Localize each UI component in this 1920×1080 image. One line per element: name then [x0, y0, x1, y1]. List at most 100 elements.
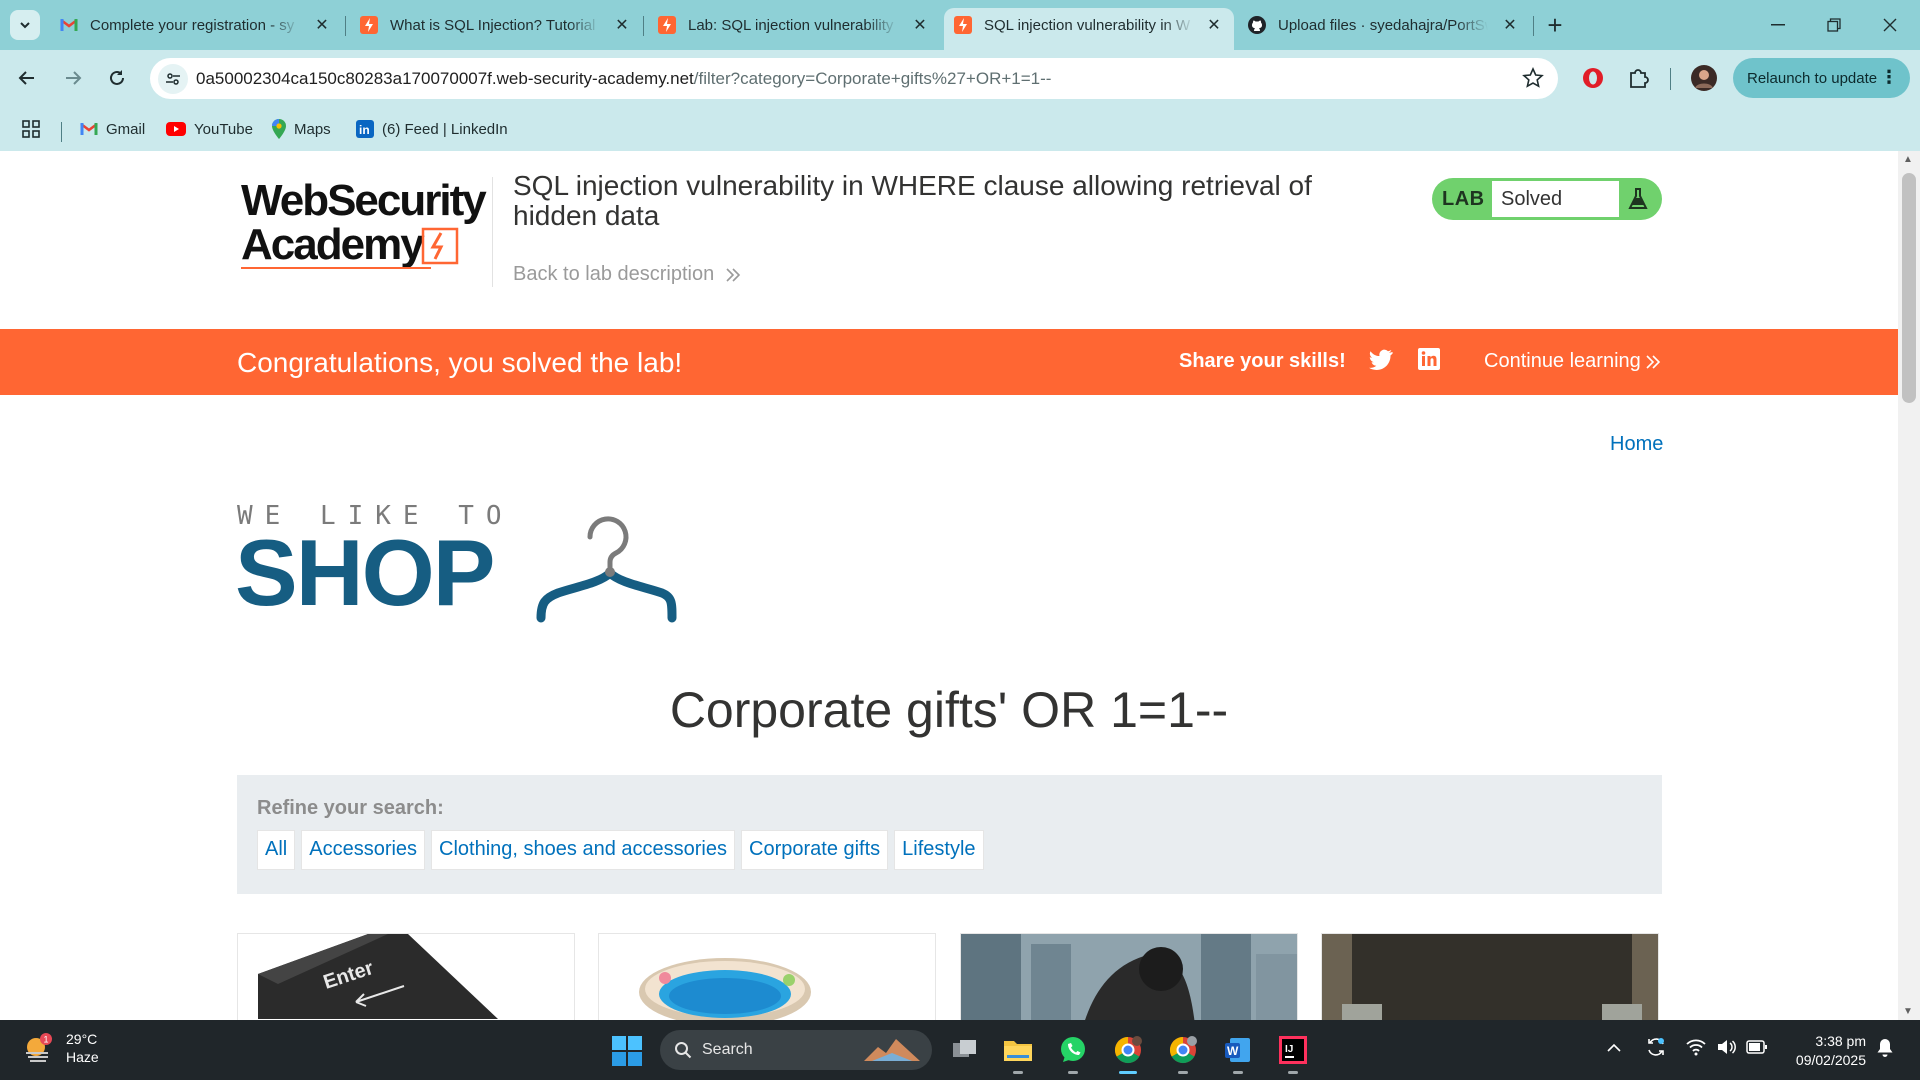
filter-clothing-shoes-accessories[interactable]: Clothing, shoes and accessories	[431, 830, 735, 870]
taskbar-chrome-profile-2[interactable]	[1165, 1032, 1201, 1074]
refine-search-label: Refine your search:	[257, 797, 444, 819]
tab-title: Lab: SQL injection vulnerability	[688, 16, 894, 34]
paddling-pool-image	[639, 958, 811, 1020]
url-text[interactable]: 0a50002304ca150c80283a170070007f.web-sec…	[196, 69, 1051, 89]
linkedin-share-icon[interactable]	[1418, 348, 1440, 375]
close-tab-icon[interactable]: ✕	[614, 17, 630, 34]
opera-icon	[1583, 68, 1603, 88]
product-card-enter-key[interactable]: Enter	[237, 933, 575, 1020]
taskbar-file-explorer[interactable]	[1000, 1032, 1036, 1074]
tab-lab-sql-injection[interactable]: Lab: SQL injection vulnerability ✕	[648, 8, 940, 42]
battery-tray-button[interactable]	[1746, 1040, 1768, 1057]
gmail-icon	[60, 16, 78, 34]
continue-learning-link[interactable]: Continue learning	[1484, 350, 1661, 373]
portswigger-icon	[954, 16, 972, 34]
reload-button[interactable]	[101, 62, 133, 94]
taskbar-word[interactable]: W	[1220, 1032, 1256, 1074]
close-tab-icon[interactable]: ✕	[1502, 17, 1518, 34]
product-card-city-view[interactable]	[960, 933, 1298, 1020]
minimize-button[interactable]	[1758, 10, 1798, 40]
notifications-button[interactable]	[1876, 1038, 1894, 1061]
scroll-down-icon[interactable]: ▼	[1903, 1006, 1913, 1017]
running-indicator	[1119, 1071, 1137, 1074]
scrollbar-thumb[interactable]	[1902, 173, 1916, 403]
close-tab-icon[interactable]: ✕	[912, 17, 928, 34]
bookmarks-separator	[61, 122, 62, 142]
filter-lifestyle[interactable]: Lifestyle	[894, 830, 984, 870]
forward-button[interactable]	[57, 62, 89, 94]
back-button[interactable]	[11, 62, 43, 94]
bookmark-linkedin[interactable]: in (6) Feed | LinkedIn	[356, 117, 508, 141]
clock[interactable]: 3:38 pm 09/02/2025	[1786, 1032, 1866, 1070]
close-window-button[interactable]	[1870, 10, 1910, 40]
trousers-pocket-image	[1322, 934, 1658, 1020]
tab-sql-injection-tutorial[interactable]: What is SQL Injection? Tutorial ✕	[350, 8, 642, 42]
apps-button[interactable]	[22, 117, 40, 141]
taskbar-chrome-profile-1[interactable]	[1110, 1032, 1146, 1074]
taskbar-whatsapp[interactable]	[1055, 1032, 1091, 1074]
congratulations-message: Congratulations, you solved the lab!	[237, 347, 683, 378]
profile-button[interactable]	[1688, 62, 1720, 94]
taskbar-search-box[interactable]: Search	[660, 1030, 932, 1070]
scroll-up-icon[interactable]: ▲	[1903, 154, 1913, 165]
logo-line-2: Academy	[241, 220, 425, 269]
weather-widget[interactable]: 1 29°C Haze	[22, 1030, 99, 1066]
bookmark-gmail[interactable]: Gmail	[80, 117, 145, 141]
tab-sql-injection-where-active[interactable]: SQL injection vulnerability in W ✕	[944, 8, 1234, 50]
toolbar-separator	[1670, 68, 1671, 90]
bell-icon	[1877, 1039, 1893, 1057]
bookmark-label: (6) Feed | LinkedIn	[382, 120, 508, 138]
filter-all[interactable]: All	[257, 830, 296, 870]
lab-title: SQL injection vulnerability in WHERE cla…	[513, 170, 1312, 231]
sync-tray-button[interactable]	[1645, 1036, 1667, 1061]
extensions-button[interactable]	[1622, 62, 1654, 94]
relaunch-to-update-button[interactable]: Relaunch to update ⋮	[1733, 58, 1910, 98]
taskbar-intellij[interactable]: IJ	[1275, 1032, 1311, 1074]
sync-icon	[1648, 1038, 1664, 1056]
bookmarks-bar: Gmail YouTube Maps in (6) Feed | LinkedI…	[0, 107, 1920, 151]
volume-tray-button[interactable]	[1716, 1038, 1736, 1059]
site-info-button[interactable]	[158, 64, 188, 94]
close-tab-icon[interactable]: ✕	[1206, 17, 1222, 34]
double-chevron-right-icon	[726, 267, 741, 282]
portswigger-icon	[658, 16, 676, 34]
show-hidden-icons-button[interactable]	[1607, 1040, 1621, 1056]
tab-gmail-registration[interactable]: Complete your registration - sy ✕	[50, 8, 342, 42]
bookmark-star-button[interactable]	[1522, 67, 1544, 94]
back-to-lab-description-link[interactable]: Back to lab description	[513, 263, 742, 286]
tab-search-button[interactable]	[10, 10, 40, 40]
opera-extension-button[interactable]	[1577, 62, 1609, 94]
new-tab-button[interactable]: +	[1541, 12, 1569, 40]
bookmark-label: Gmail	[106, 120, 146, 138]
shop-logo-word: SHOP	[235, 520, 495, 625]
weather-badge: 1	[44, 1035, 49, 1045]
wifi-tray-button[interactable]	[1686, 1038, 1706, 1059]
page-scrollbar[interactable]: ▲ ▼	[1898, 151, 1920, 1020]
taskbar-task-view[interactable]	[947, 1032, 983, 1068]
start-button[interactable]	[612, 1036, 642, 1071]
windows-logo-icon	[612, 1036, 642, 1066]
share-skills-label: Share your skills!	[1179, 350, 1346, 372]
filter-accessories[interactable]: Accessories	[301, 830, 426, 870]
filter-corporate-gifts[interactable]: Corporate gifts	[741, 830, 889, 870]
twitter-share-icon[interactable]	[1369, 349, 1393, 376]
product-card-trousers-pocket[interactable]	[1321, 933, 1659, 1020]
tab-github-upload[interactable]: Upload files · syedahajra/PortSw ✕	[1238, 8, 1530, 42]
clock-time: 3:38 pm	[1815, 1033, 1866, 1049]
product-card-paddling-pool[interactable]	[598, 933, 936, 1020]
youtube-icon	[166, 122, 186, 136]
chrome-icon	[1169, 1036, 1197, 1064]
more-options-icon[interactable]: ⋮	[1880, 67, 1898, 88]
bookmark-maps[interactable]: Maps	[272, 117, 331, 141]
bookmark-youtube[interactable]: YouTube	[166, 117, 253, 141]
speaker-icon	[1718, 1040, 1736, 1054]
address-bar[interactable]: 0a50002304ca150c80283a170070007f.web-sec…	[150, 58, 1558, 99]
clock-date: 09/02/2025	[1795, 1052, 1866, 1068]
restore-button[interactable]	[1814, 10, 1854, 40]
web-security-academy-logo[interactable]: WebSecurity Academy	[241, 175, 491, 275]
home-link[interactable]: Home	[1610, 433, 1663, 456]
svg-text:in: in	[359, 123, 370, 137]
close-tab-icon[interactable]: ✕	[314, 17, 330, 34]
header-divider	[492, 177, 493, 287]
apps-grid-icon	[22, 120, 40, 138]
